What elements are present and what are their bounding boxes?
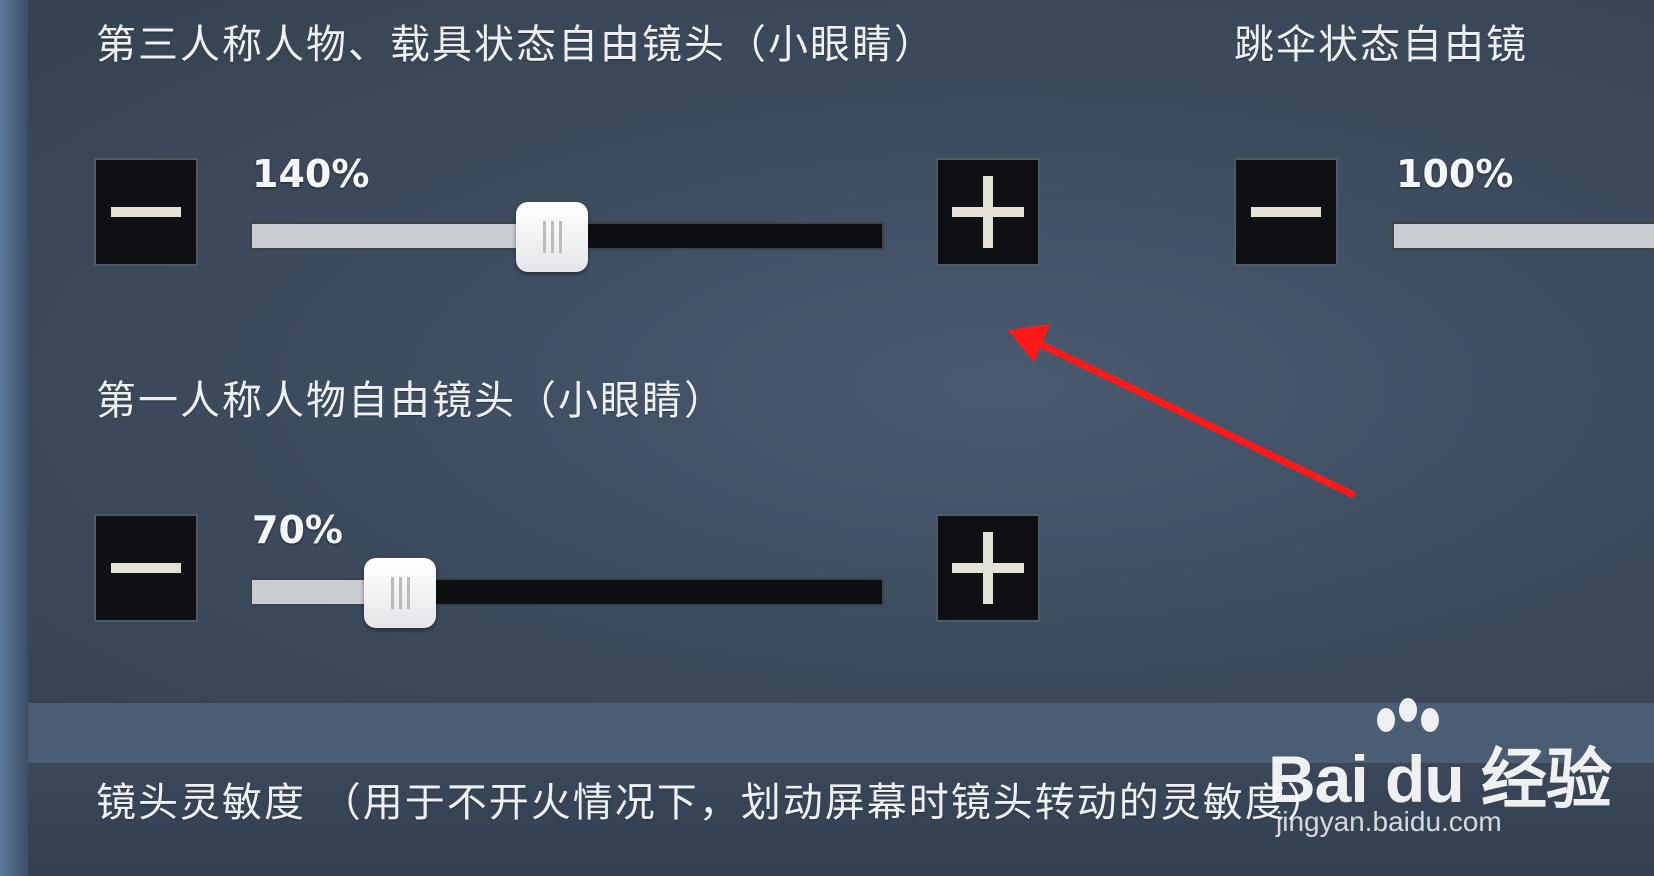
baidu-jingyan-watermark: Bai du 经验 jingyan.baidu.com <box>1268 698 1654 876</box>
watermark-url: jingyan.baidu.com <box>1276 806 1502 837</box>
